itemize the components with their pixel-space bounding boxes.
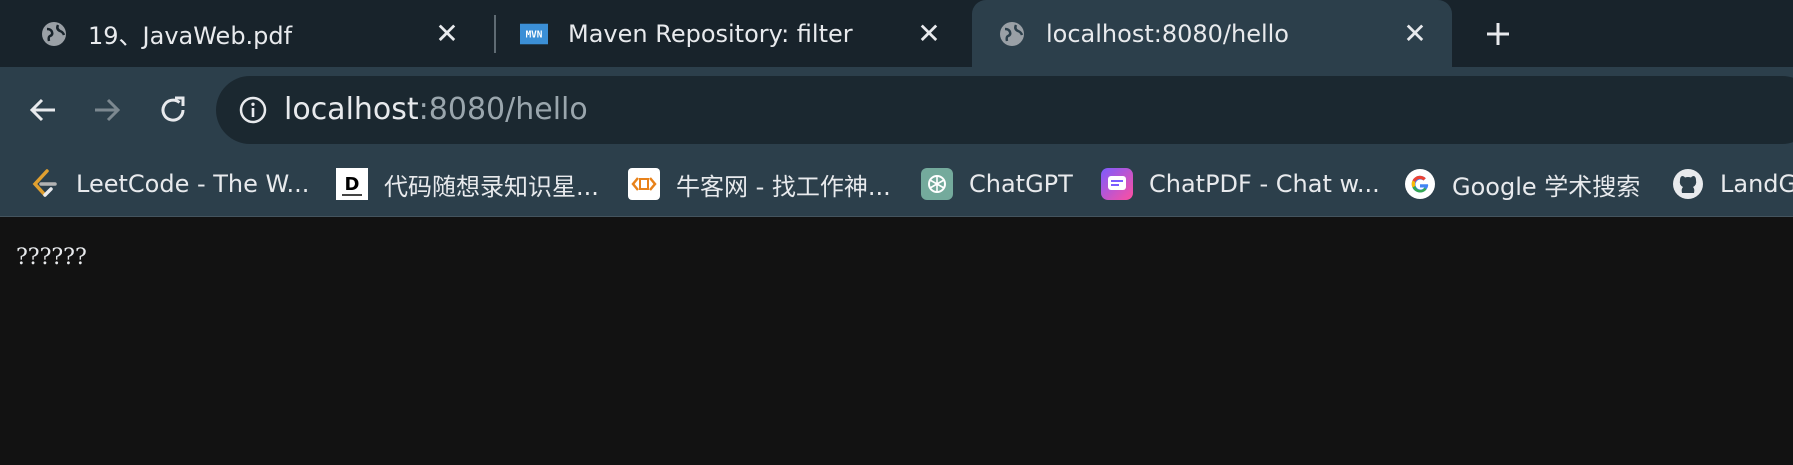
page-content: ?????? xyxy=(0,217,1793,465)
google-icon xyxy=(1404,168,1436,200)
chatpdf-icon xyxy=(1101,168,1133,200)
forward-button[interactable] xyxy=(86,89,128,131)
tab-divider xyxy=(494,15,496,53)
bookmarks-bar: LeetCode - The W... D 代码随想录知识星... 牛客网 - … xyxy=(0,152,1793,217)
tab-title: Maven Repository: filter xyxy=(568,19,853,48)
leetcode-icon xyxy=(28,168,60,200)
bookmark-label: 代码随想录知识星... xyxy=(384,172,599,201)
close-icon[interactable]: ✕ xyxy=(914,17,944,50)
svg-text:D: D xyxy=(345,174,360,195)
close-icon[interactable]: ✕ xyxy=(1400,17,1430,50)
close-icon[interactable]: ✕ xyxy=(432,17,462,50)
tab-strip: 19、JavaWeb.pdf ✕ MVN Maven Repository: f… xyxy=(0,0,1793,67)
page-body-text: ?????? xyxy=(16,245,87,270)
nowcoder-icon xyxy=(628,168,660,200)
back-button[interactable] xyxy=(22,89,64,131)
bookmark-label: Google 学术搜索 xyxy=(1452,172,1641,201)
globe-icon xyxy=(40,20,68,48)
bookmark-label: ChatGPT xyxy=(969,170,1073,198)
tab-localhost-hello[interactable]: localhost:8080/hello ✕ xyxy=(972,0,1452,67)
tab-title: localhost:8080/hello xyxy=(1046,19,1289,48)
bookmark-landg[interactable]: LandG xyxy=(1672,152,1793,216)
bookmark-label: LandG xyxy=(1720,170,1793,198)
bookmark-label: ChatPDF - Chat w... xyxy=(1149,170,1380,198)
bookmark-chatpdf[interactable]: ChatPDF - Chat w... xyxy=(1101,152,1380,216)
arrow-right-icon xyxy=(95,98,121,122)
tab-maven-repository[interactable]: MVN Maven Repository: filter ✕ xyxy=(500,0,966,67)
maven-icon: MVN xyxy=(520,20,548,48)
new-tab-button[interactable] xyxy=(1478,14,1518,54)
bookmark-label: LeetCode - The W... xyxy=(76,170,310,198)
arrow-left-icon xyxy=(29,98,55,122)
bookmark-nowcoder[interactable]: 牛客网 - 找工作神... xyxy=(628,152,891,216)
bookmark-daimasuixianglu[interactable]: D 代码随想录知识星... xyxy=(336,152,599,216)
url-text[interactable]: localhost:8080/hello xyxy=(284,76,588,144)
github-icon xyxy=(1672,168,1704,200)
plus-icon xyxy=(1487,23,1509,45)
bookmark-label: 牛客网 - 找工作神... xyxy=(676,172,891,201)
url-host: localhost xyxy=(284,92,419,127)
tab-title: 19、JavaWeb.pdf xyxy=(88,22,293,50)
reload-button[interactable] xyxy=(152,89,194,131)
toolbar: localhost:8080/hello xyxy=(0,67,1793,152)
chatgpt-icon xyxy=(921,168,953,200)
tab-javaweb-pdf[interactable]: 19、JavaWeb.pdf ✕ xyxy=(0,0,484,67)
url-path: :8080/hello xyxy=(418,92,588,127)
bookmark-google-scholar[interactable]: Google 学术搜索 xyxy=(1404,152,1640,216)
globe-icon xyxy=(998,20,1026,48)
svg-text:MVN: MVN xyxy=(526,29,543,40)
bookmark-chatgpt[interactable]: ChatGPT xyxy=(921,152,1073,216)
daimasuixianglu-icon: D xyxy=(336,168,368,200)
reload-icon xyxy=(161,96,185,122)
bookmark-leetcode[interactable]: LeetCode - The W... xyxy=(28,152,309,216)
info-icon[interactable] xyxy=(238,95,268,125)
address-bar[interactable]: localhost:8080/hello xyxy=(216,76,1793,144)
